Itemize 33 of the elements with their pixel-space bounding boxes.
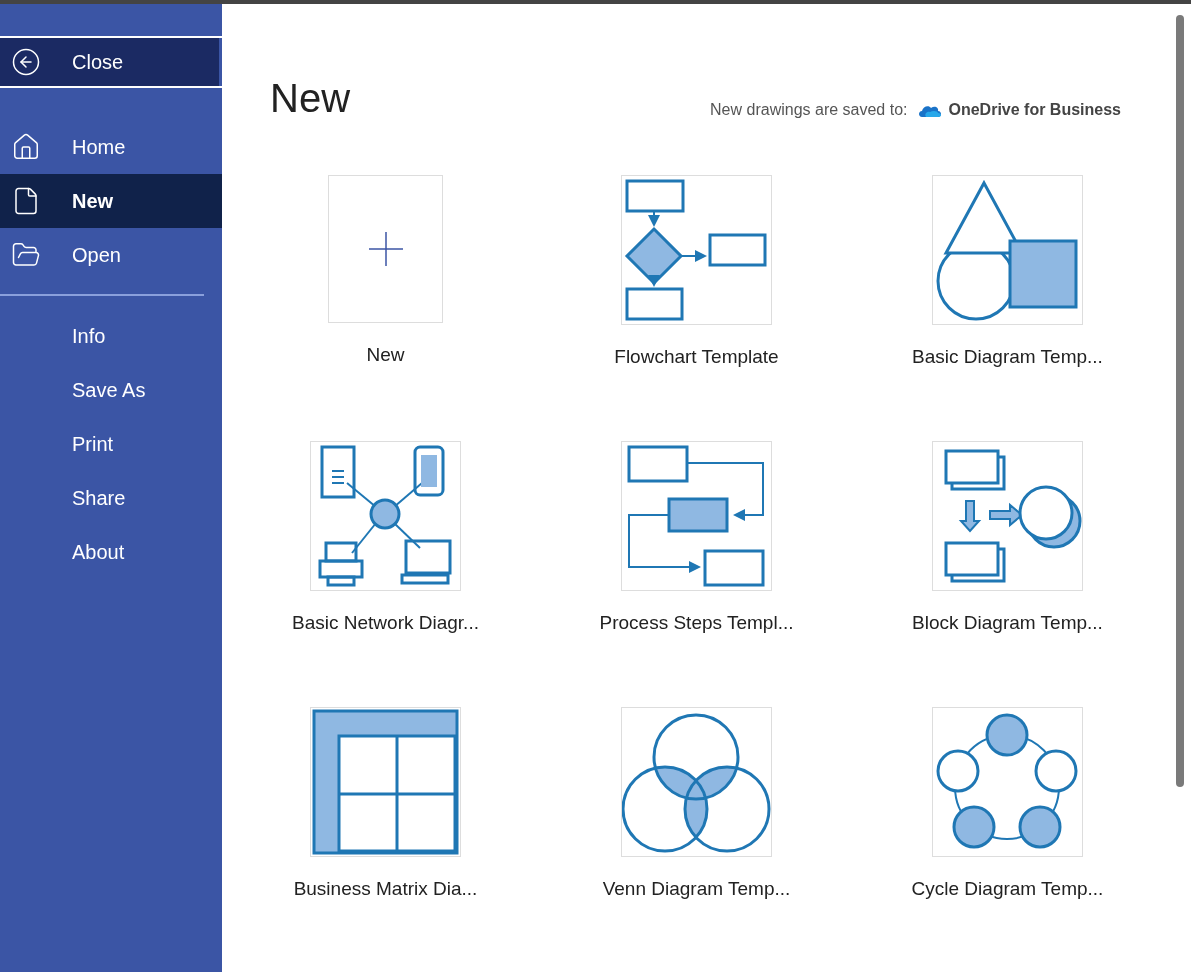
close-button[interactable]: Close bbox=[0, 38, 219, 86]
sidebar-item[interactable]: Print bbox=[0, 417, 222, 471]
template-tile[interactable]: Flowchart Template bbox=[541, 175, 852, 373]
template-label: Basic Network Diagr... bbox=[292, 611, 479, 635]
page-title: New bbox=[270, 75, 351, 122]
onedrive-link[interactable]: OneDrive for Business bbox=[948, 98, 1121, 122]
template-tile[interactable]: Block Diagram Temp... bbox=[852, 441, 1163, 639]
sidebar-item[interactable]: About bbox=[0, 525, 222, 579]
template-label: Business Matrix Dia... bbox=[293, 877, 478, 901]
template-label: Venn Diagram Temp... bbox=[602, 877, 791, 901]
template-tile[interactable]: Business Matrix Dia... bbox=[230, 707, 541, 905]
sidebar-item[interactable]: Save As bbox=[0, 363, 222, 417]
sidebar-item[interactable]: Info bbox=[0, 309, 222, 363]
template-tile[interactable]: Basic Network Diagr... bbox=[230, 441, 541, 639]
plus-icon bbox=[368, 232, 403, 266]
sidebar-item[interactable]: Home bbox=[0, 120, 222, 174]
back-icon bbox=[11, 47, 41, 77]
save-location-note: New drawings are saved to: bbox=[710, 100, 908, 120]
sidebar-item[interactable]: New bbox=[0, 174, 222, 228]
template-tile[interactable]: Venn Diagram Temp... bbox=[541, 707, 852, 905]
template-label: Cycle Diagram Temp... bbox=[911, 877, 1104, 901]
sidebar-item[interactable]: Share bbox=[0, 471, 222, 525]
template-label: New bbox=[366, 343, 405, 367]
home-icon bbox=[11, 132, 41, 162]
template-label: Block Diagram Temp... bbox=[912, 611, 1103, 635]
sidebar-item[interactable]: Open bbox=[0, 228, 222, 282]
template-label: Flowchart Template bbox=[614, 345, 779, 369]
template-tile[interactable]: Process Steps Templ... bbox=[541, 441, 852, 639]
template-label: Process Steps Templ... bbox=[599, 611, 794, 635]
template-tile[interactable]: Basic Diagram Temp... bbox=[852, 175, 1163, 373]
template-tile[interactable]: Cycle Diagram Temp... bbox=[852, 707, 1163, 905]
template-label: Basic Diagram Temp... bbox=[912, 345, 1103, 369]
template-tile[interactable]: New bbox=[230, 175, 541, 373]
